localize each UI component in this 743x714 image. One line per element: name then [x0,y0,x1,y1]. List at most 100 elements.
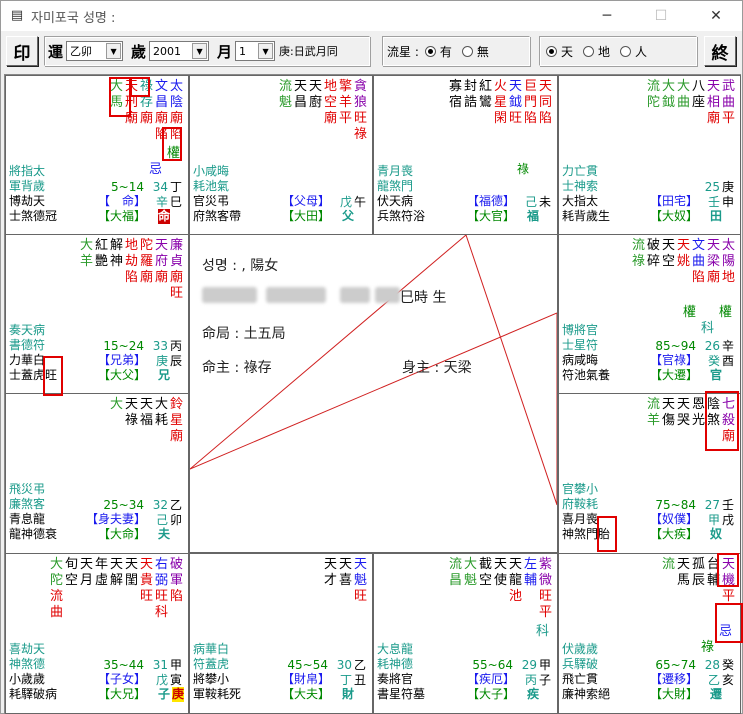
star-columns: 天機平台輔孤辰天馬流 [661,557,736,605]
star-glyph: 天 [338,557,352,572]
chevron-down-icon[interactable]: ▼ [192,43,208,59]
stem-char: 甲 [707,513,720,527]
palace-chou[interactable]: 天魁旺天喜天才病華白 符蓋虎 將攀小 軍鞍耗死 45~54 30 乙丁丑【財帛】 【大夫】財 [189,553,373,714]
star-glyph: 天 [293,79,307,94]
deity-line-2: 士神索 [562,179,599,193]
star-glyph: 紫 [538,557,552,572]
star-column: 天哭 [676,397,691,445]
star-glyph: 地 [323,79,337,94]
palace-xu[interactable]: 七殺廟陰煞恩光天哭天傷流羊官攀小 府鞍耗 喜月喪 神煞門胎 75~84 27 壬甲戌【奴僕】… [558,393,741,554]
star-column: 天空 [661,238,676,286]
star-glyph: 陰 [169,95,183,110]
chevron-down-icon[interactable]: ▼ [106,43,122,59]
star-glyph: 紅 [94,238,108,253]
yue-select[interactable]: 1 ▼ [235,41,276,61]
branch-char: 丑 [353,673,366,687]
minimize-icon[interactable]: ─ [584,1,630,31]
star-column: 孤辰 [691,557,706,605]
palace-wei[interactable]: 天同陷巨門陷天鉞旺火星閑紅鸞封誥寡宿祿青月喪 龍煞門 伏天病 兵煞符浴己未【福德】 【大… [373,75,558,235]
palace-hai[interactable]: 天機平台輔孤辰天馬流忌祿伏歲歲 兵驛破 飛亡貫 廉神索絕 65~74 28 癸乙亥【遷移】【… [558,553,741,714]
star-glyph: 文 [691,238,705,253]
decade-range: 35~44 [103,658,144,672]
palace-zi[interactable]: 紫微旺平左輔天龍池天使截空大魁流昌科大息龍 耗神德 奏將官 書星符墓 55~64 29 甲丙… [373,553,558,714]
star-glyph: 太 [721,238,735,253]
radio-icon [620,45,632,57]
transform-mark: 忌 [718,624,732,639]
palace-wu[interactable]: 貪狼旺祿擎羊平地空廟天廚天昌流魁小咸晦 耗池氣 官災弔 府煞客帶戊午【父母】 【大田】父 [189,75,373,235]
redacted-date [266,287,326,303]
print-button[interactable]: 印 [6,36,38,66]
stem-char: 丁 [339,673,352,687]
mode-radio-di[interactable]: 地 [583,43,610,60]
palace-you[interactable]: 太陽地天梁廟文曲陷天姚天空破碎流祿權科權博將官 士星符 病咸晦 符池氣養 85~94 26… [558,234,741,394]
star-glyph: 天 [109,557,123,572]
palace-chen[interactable]: 廉貞廟旺天府廟陀羅廟地劫陷解神紅艷大羊奏天病 書德符 力華白 士蓋虎旺 15~24 33 丙… [5,234,189,394]
yun-label: 運 [48,42,64,61]
palace-si[interactable]: 太陰廟陷文昌廟陷祿存廟天刑廟大馬權忌將指太 軍背歲 博劫天 士煞德冠 5~14 34 丁辛巳… [5,75,189,235]
star-column: 天龍池 [508,557,523,621]
mode-group: 天 地 人 [539,36,697,66]
star-column: 文昌廟陷 [154,79,169,143]
chevron-down-icon[interactable]: ▼ [258,43,274,59]
liuxing-group: 流星 : 有 無 [382,36,530,66]
star-glyph: 陷 [169,589,183,604]
star-column: 旬空 [64,557,79,621]
star-column: 鈴星廟 [169,397,184,445]
star-column: 大羊 [79,238,94,302]
mode-radio-ren[interactable]: 人 [620,43,647,60]
star-glyph: 貪 [353,79,367,94]
star-glyph: 旺 [139,589,153,604]
star-column: 大魁 [463,557,478,621]
palace-yin[interactable]: 破軍陷右弼旺科天貴旺天閨天解年虛天月旬空大陀流曲喜劫天 神煞德 小歲歲 耗驛破病 35~… [5,553,189,714]
deity-line-4: 神煞門胎 [562,527,611,541]
maximize-icon[interactable]: ☐ [638,1,684,31]
deity-line-2: 神煞德 [9,657,46,671]
star-columns: 七殺廟陰煞恩光天哭天傷流羊 [646,397,736,445]
transform-mark: 科 [700,321,714,336]
star-column: 大馬 [109,79,124,143]
palace-shen[interactable]: 武曲平天相廟八座大曲大鉞流陀力亡貫 士神索 大指太 耗背歲生 25 庚壬申【田宅】 【大奴】… [558,75,741,235]
sui-value: 2001 [153,44,182,58]
star-glyph: 狼 [353,95,367,110]
stem-char: 丙 [524,673,537,687]
ming-zhu: 命主 : 祿存 [202,360,272,376]
yun-select[interactable]: 乙卯 ▼ [66,41,124,61]
star-glyph: 使 [493,573,507,588]
star-glyph: 截 [478,557,492,572]
star-glyph: 廟 [169,111,183,126]
shen-zhu: 身主 : 天梁 [402,360,472,376]
deity-line-2: 書德符 [9,338,46,352]
star-columns: 紫微旺平左輔天龍池天使截空大魁流昌 [448,557,553,621]
deity-line-3: 青息龍 [9,512,46,526]
star-column: 天月 [79,557,94,621]
star-column: 紅艷 [94,238,109,302]
sui-select[interactable]: 2001 ▼ [149,41,210,61]
star-column: 流 [661,557,676,605]
deity-line-3: 奏將官 [377,672,414,686]
star-glyph: 天 [124,557,138,572]
deity-line-2: 耗神德 [377,657,414,671]
star-glyph: 平 [338,111,352,126]
mode-radio-tian[interactable]: 天 [546,43,573,60]
star-glyph: 羊 [338,95,352,110]
palace-mao[interactable]: 鈴星廟大耗天福天祿大飛災弔 廉煞客 青息龍 龍神德衰 25~34 32 乙己卯【身夫妻】 【大… [5,393,189,554]
star-columns: 太陽地天梁廟文曲陷天姚天空破碎流祿 [631,238,736,286]
close-icon[interactable]: ✕ [693,1,739,31]
deity-line-3: 小歲歲 [9,672,46,686]
liu-radio-yes[interactable]: 有 [424,43,452,60]
liu-radio-no[interactable]: 無 [461,43,489,60]
star-glyph: 解 [109,238,123,253]
age-number: 33 [152,339,168,353]
star-column: 火星閑 [493,79,508,127]
star-glyph: 天 [676,557,690,572]
palace-name: 【兄弟】 [97,353,146,367]
star-column: 流祿 [631,238,646,286]
star-columns: 天魁旺天喜天才 [323,557,368,605]
end-button[interactable]: 終 [704,36,736,66]
age-number: 32 [152,498,168,512]
deity-line-2: 士星符 [562,338,599,352]
deity-line-1: 博將官 [562,323,599,337]
star-column: 文曲陷 [691,238,706,286]
stem-char: 丙 [169,339,182,353]
radio-icon [583,45,595,57]
